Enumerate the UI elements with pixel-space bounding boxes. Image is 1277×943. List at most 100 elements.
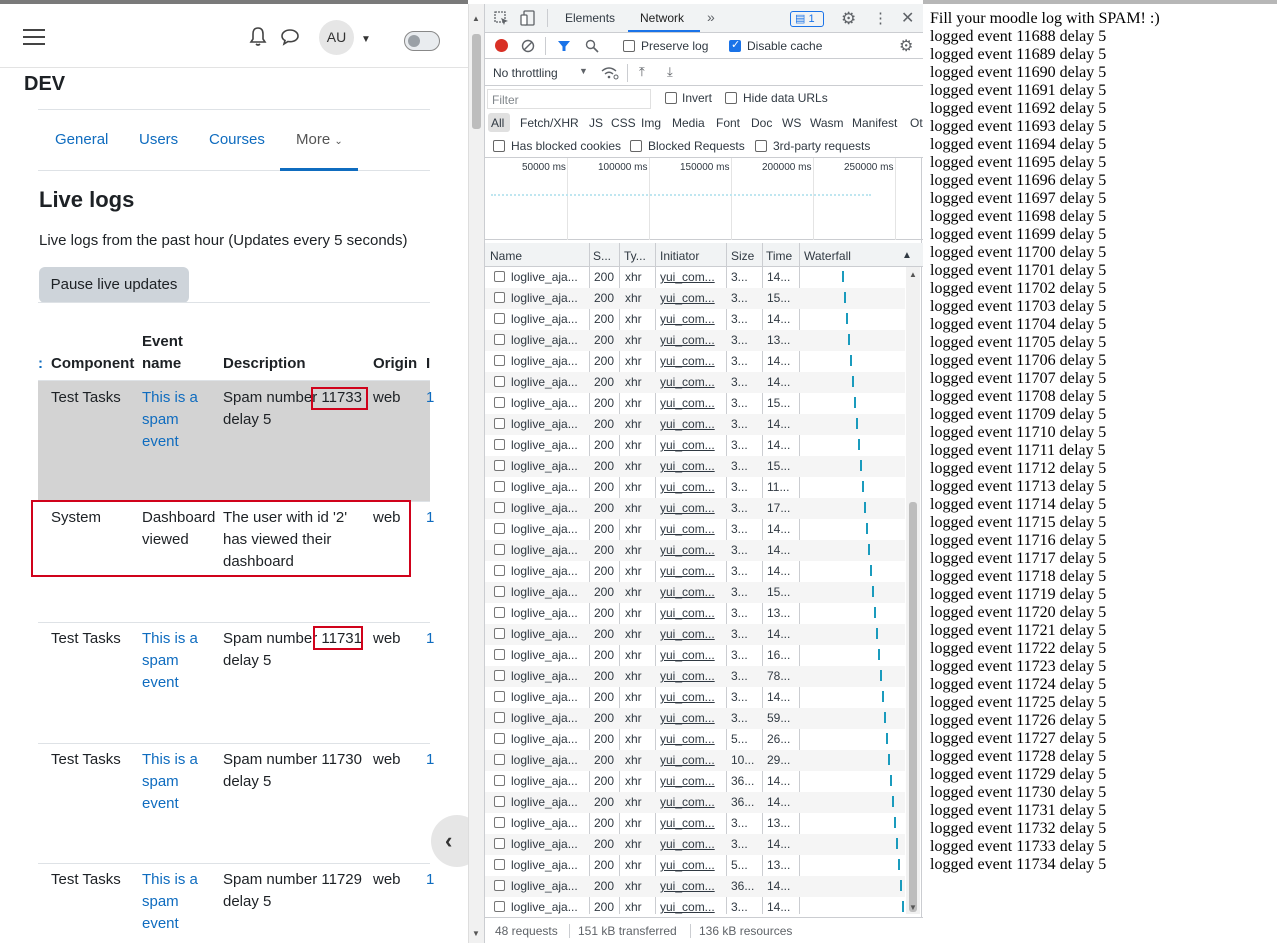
request-row[interactable]: loglive_aja... 200 xhr yui_com... 3... 15...: [485, 393, 905, 414]
column-header-time[interactable]: Time: [766, 249, 792, 263]
request-row[interactable]: loglive_aja... 200 xhr yui_com... 3... 78...: [485, 666, 905, 687]
tab-elements[interactable]: Elements: [565, 11, 615, 25]
request-row[interactable]: loglive_aja... 200 xhr yui_com... 3... 14...: [485, 624, 905, 645]
request-name[interactable]: loglive_aja...: [511, 858, 578, 872]
request-row[interactable]: loglive_aja... 200 xhr yui_com... 3... 11...: [485, 477, 905, 498]
column-header-size[interactable]: Size: [731, 249, 754, 263]
request-initiator-link[interactable]: yui_com...: [660, 480, 715, 494]
has-blocked-cookies-checkbox[interactable]: [493, 140, 505, 152]
request-name[interactable]: loglive_aja...: [511, 774, 578, 788]
request-initiator-link[interactable]: yui_com...: [660, 837, 715, 851]
request-name[interactable]: loglive_aja...: [511, 900, 578, 914]
throttling-select[interactable]: No throttling: [493, 66, 558, 80]
more-tabs-icon[interactable]: »: [707, 9, 715, 25]
cell-event-link[interactable]: This is a: [142, 869, 198, 891]
menu-icon[interactable]: [23, 29, 45, 45]
network-settings-gear-icon[interactable]: ⚙: [899, 36, 913, 56]
blocked-requests-checkbox[interactable]: [630, 140, 642, 152]
type-filter-wasm[interactable]: Wasm: [810, 116, 844, 130]
request-name[interactable]: loglive_aja...: [511, 417, 578, 431]
request-initiator-link[interactable]: yui_com...: [660, 501, 715, 515]
request-initiator-link[interactable]: yui_com...: [660, 669, 715, 683]
user-avatar[interactable]: AU: [319, 20, 354, 55]
type-filter-doc[interactable]: Doc: [751, 116, 772, 130]
request-row[interactable]: loglive_aja... 200 xhr yui_com... 36... 14...: [485, 792, 905, 813]
request-row[interactable]: loglive_aja... 200 xhr yui_com... 3... 14...: [485, 897, 905, 914]
request-initiator-link[interactable]: yui_com...: [660, 396, 715, 410]
scroll-down-arrow-icon[interactable]: ▼: [472, 929, 480, 938]
network-overview[interactable]: 50000 ms 100000 ms 150000 ms 200000 ms 2…: [485, 158, 923, 240]
cell-event-link[interactable]: This is a: [142, 628, 198, 650]
request-name[interactable]: loglive_aja...: [511, 669, 578, 683]
request-initiator-link[interactable]: yui_com...: [660, 858, 715, 872]
request-name[interactable]: loglive_aja...: [511, 795, 578, 809]
type-filter-media[interactable]: Media: [672, 116, 705, 130]
scrollbar-thumb[interactable]: [472, 34, 481, 129]
type-filter-img[interactable]: Img: [641, 116, 661, 130]
request-row[interactable]: loglive_aja... 200 xhr yui_com... 36... 14...: [485, 876, 905, 897]
scroll-up-arrow-icon[interactable]: ▲: [472, 14, 480, 23]
tab-users[interactable]: Users: [139, 131, 178, 148]
request-row[interactable]: loglive_aja... 200 xhr yui_com... 3... 15...: [485, 288, 905, 309]
column-header-status[interactable]: S...: [593, 249, 611, 263]
request-name[interactable]: loglive_aja...: [511, 606, 578, 620]
request-name[interactable]: loglive_aja...: [511, 879, 578, 893]
request-row[interactable]: loglive_aja... 200 xhr yui_com... 3... 14...: [485, 834, 905, 855]
request-name[interactable]: loglive_aja...: [511, 732, 578, 746]
invert-checkbox[interactable]: [665, 92, 677, 104]
drawer-toggle-button[interactable]: ‹: [431, 815, 468, 867]
disable-cache-checkbox[interactable]: [729, 38, 741, 52]
column-header-initiator[interactable]: Initiator: [660, 249, 699, 263]
request-initiator-link[interactable]: yui_com...: [660, 417, 715, 431]
request-initiator-link[interactable]: yui_com...: [660, 375, 715, 389]
filter-icon[interactable]: [557, 39, 571, 53]
column-header-description[interactable]: Description: [223, 353, 306, 375]
request-row[interactable]: loglive_aja... 200 xhr yui_com... 36... 14...: [485, 771, 905, 792]
request-row[interactable]: loglive_aja... 200 xhr yui_com... 3... 14...: [485, 561, 905, 582]
request-name[interactable]: loglive_aja...: [511, 396, 578, 410]
request-name[interactable]: loglive_aja...: [511, 375, 578, 389]
tab-network[interactable]: Network: [640, 11, 684, 25]
type-filter-manifest[interactable]: Manifest: [852, 116, 897, 130]
request-initiator-link[interactable]: yui_com...: [660, 627, 715, 641]
cell-truncated-link[interactable]: 1: [426, 869, 434, 891]
column-header-event-name-2[interactable]: name: [142, 353, 181, 375]
edit-mode-toggle[interactable]: [404, 31, 440, 51]
cell-event-link[interactable]: spam: [142, 891, 179, 913]
clear-icon[interactable]: [521, 39, 535, 53]
request-initiator-link[interactable]: yui_com...: [660, 690, 715, 704]
close-icon[interactable]: ✕: [901, 8, 914, 28]
request-row[interactable]: loglive_aja... 200 xhr yui_com... 3... 14...: [485, 267, 905, 288]
cell-event-link[interactable]: This is a: [142, 749, 198, 771]
request-row[interactable]: loglive_aja... 200 xhr yui_com... 3... 59...: [485, 708, 905, 729]
type-filter-all[interactable]: All: [491, 116, 504, 130]
request-row[interactable]: loglive_aja... 200 xhr yui_com... 3... 15...: [485, 582, 905, 603]
request-name[interactable]: loglive_aja...: [511, 837, 578, 851]
network-conditions-icon[interactable]: [601, 66, 619, 80]
chevron-down-icon[interactable]: ▼: [361, 34, 371, 45]
request-name[interactable]: loglive_aja...: [511, 690, 578, 704]
request-name[interactable]: loglive_aja...: [511, 816, 578, 830]
kebab-menu-icon[interactable]: ⋮: [873, 9, 888, 27]
request-row[interactable]: loglive_aja... 200 xhr yui_com... 3... 13...: [485, 330, 905, 351]
chat-icon[interactable]: [280, 28, 300, 46]
device-toolbar-icon[interactable]: [520, 10, 536, 26]
request-row[interactable]: loglive_aja... 200 xhr yui_com... 3... 17...: [485, 498, 905, 519]
request-name[interactable]: loglive_aja...: [511, 627, 578, 641]
request-name[interactable]: loglive_aja...: [511, 543, 578, 557]
preserve-log-checkbox[interactable]: [623, 40, 635, 52]
inspect-element-icon[interactable]: [494, 11, 509, 26]
column-header-waterfall[interactable]: Waterfall: [804, 249, 851, 263]
request-initiator-link[interactable]: yui_com...: [660, 795, 715, 809]
request-initiator-link[interactable]: yui_com...: [660, 648, 715, 662]
request-name[interactable]: loglive_aja...: [511, 648, 578, 662]
request-initiator-link[interactable]: yui_com...: [660, 732, 715, 746]
hide-data-urls-checkbox[interactable]: [725, 92, 737, 104]
request-row[interactable]: loglive_aja... 200 xhr yui_com... 3... 15...: [485, 456, 905, 477]
cell-event-link[interactable]: spam: [142, 409, 179, 431]
bell-icon[interactable]: [249, 27, 267, 47]
request-name[interactable]: loglive_aja...: [511, 459, 578, 473]
record-icon[interactable]: [495, 39, 508, 52]
scrollbar-thumb[interactable]: [909, 502, 917, 912]
chevron-down-icon[interactable]: ▼: [579, 66, 588, 76]
